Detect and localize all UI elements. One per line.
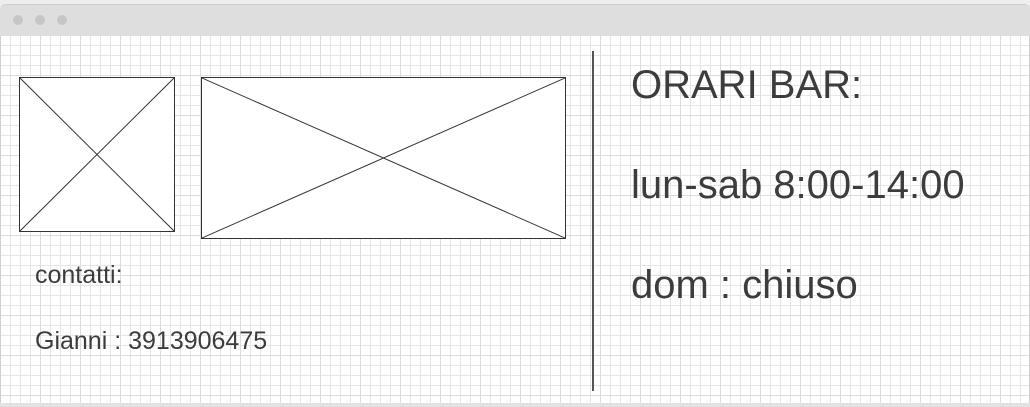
window-dot-icon[interactable] bbox=[13, 15, 23, 25]
hours-title: ORARI BAR: bbox=[631, 63, 863, 107]
window-bottom-edge bbox=[0, 403, 1030, 407]
window-titlebar bbox=[0, 4, 1030, 36]
contacts-label: contatti: bbox=[35, 261, 123, 289]
image-placeholder-icon bbox=[19, 77, 175, 232]
window-dot-icon[interactable] bbox=[35, 15, 45, 25]
contact-entry: Gianni : 3913906475 bbox=[35, 327, 268, 355]
browser-window: contatti: Gianni : 3913906475 ORARI BAR:… bbox=[0, 0, 1030, 407]
hours-weekdays: lun-sab 8:00-14:00 bbox=[631, 163, 965, 207]
vertical-divider bbox=[592, 51, 594, 391]
image-placeholder-icon bbox=[201, 77, 566, 239]
hours-sunday: dom : chiuso bbox=[631, 263, 858, 307]
window-dot-icon[interactable] bbox=[57, 15, 67, 25]
